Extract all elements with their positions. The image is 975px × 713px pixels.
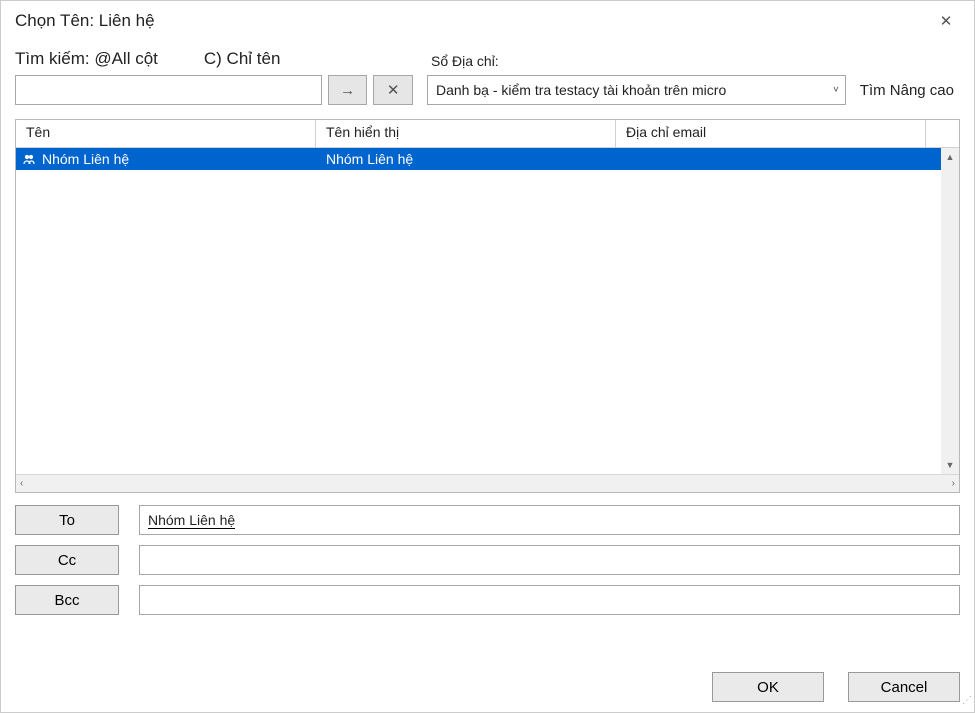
cc-button[interactable]: Cc bbox=[15, 545, 119, 575]
search-row: Tìm kiếm: @All cột C) Chỉ tên → ✕ Sổ Địa… bbox=[1, 41, 974, 105]
scroll-right-icon[interactable]: › bbox=[952, 478, 955, 489]
clear-search-button[interactable]: ✕ bbox=[373, 75, 413, 105]
advanced-find-link[interactable]: Tìm Nâng cao bbox=[860, 82, 960, 99]
scroll-down-icon[interactable]: ▼ bbox=[941, 456, 959, 474]
to-button[interactable]: To bbox=[15, 505, 119, 535]
scroll-left-icon[interactable]: ‹ bbox=[20, 478, 23, 489]
title-bar: Chọn Tên: Liên hệ ✕ bbox=[1, 1, 974, 41]
column-header-spacer bbox=[926, 120, 959, 147]
x-icon: ✕ bbox=[387, 81, 400, 99]
close-button[interactable]: ✕ bbox=[928, 3, 964, 39]
rows-area[interactable]: Nhóm Liên hệ Nhóm Liên hệ bbox=[16, 148, 941, 474]
search-name-only-option[interactable]: C) Chỉ tên bbox=[204, 49, 281, 69]
address-book-label: Sổ Địa chỉ: bbox=[427, 53, 960, 69]
to-field[interactable]: Nhóm Liên hệ bbox=[139, 505, 960, 535]
cell-name: Nhóm Liên hệ bbox=[42, 151, 129, 167]
chevron-down-icon: ˅ bbox=[833, 85, 839, 96]
window-title: Chọn Tên: Liên hệ bbox=[15, 11, 155, 31]
select-names-dialog: Chọn Tên: Liên hệ ✕ Tìm kiếm: @All cột C… bbox=[0, 0, 975, 713]
cc-field[interactable] bbox=[139, 545, 960, 575]
results-list: Tên Tên hiển thị Địa chỉ email bbox=[15, 119, 960, 493]
resize-grip-icon[interactable]: ⋰ bbox=[960, 698, 972, 710]
recipient-fields: To Nhóm Liên hệ Cc Bcc bbox=[15, 505, 960, 615]
scroll-up-icon[interactable]: ▲ bbox=[941, 148, 959, 166]
search-block: Tìm kiếm: @All cột C) Chỉ tên → ✕ bbox=[15, 49, 413, 105]
list-item[interactable]: Nhóm Liên hệ Nhóm Liên hệ bbox=[16, 148, 941, 170]
arrow-right-icon: → bbox=[340, 82, 355, 99]
search-radio-labels: Tìm kiếm: @All cột C) Chỉ tên bbox=[15, 49, 413, 69]
go-button[interactable]: → bbox=[328, 75, 368, 105]
column-header-display-name[interactable]: Tên hiển thị bbox=[316, 120, 616, 147]
cell-display-name: Nhóm Liên hệ bbox=[326, 151, 413, 167]
to-value: Nhóm Liên hệ bbox=[148, 512, 235, 529]
search-input[interactable] bbox=[15, 75, 322, 105]
column-headers: Tên Tên hiển thị Địa chỉ email bbox=[16, 120, 959, 148]
vertical-scrollbar[interactable]: ▲ ▼ bbox=[941, 148, 959, 474]
bcc-button[interactable]: Bcc bbox=[15, 585, 119, 615]
cancel-button[interactable]: Cancel bbox=[848, 672, 960, 702]
column-header-name[interactable]: Tên bbox=[16, 120, 316, 147]
group-icon bbox=[22, 152, 36, 166]
ok-button[interactable]: OK bbox=[712, 672, 824, 702]
horizontal-scrollbar[interactable]: ‹ › bbox=[16, 474, 959, 492]
dialog-footer: OK Cancel bbox=[712, 672, 960, 702]
address-book-value: Danh bạ - kiểm tra testacy tài khoản trê… bbox=[436, 82, 726, 98]
close-icon: ✕ bbox=[940, 12, 953, 30]
address-book-select[interactable]: Danh bạ - kiểm tra testacy tài khoản trê… bbox=[427, 75, 846, 105]
search-all-columns-option[interactable]: Tìm kiếm: @All cột bbox=[15, 49, 158, 69]
column-header-email[interactable]: Địa chỉ email bbox=[616, 120, 926, 147]
bcc-field[interactable] bbox=[139, 585, 960, 615]
address-book-block: Sổ Địa chỉ: Danh bạ - kiểm tra testacy t… bbox=[427, 53, 960, 105]
